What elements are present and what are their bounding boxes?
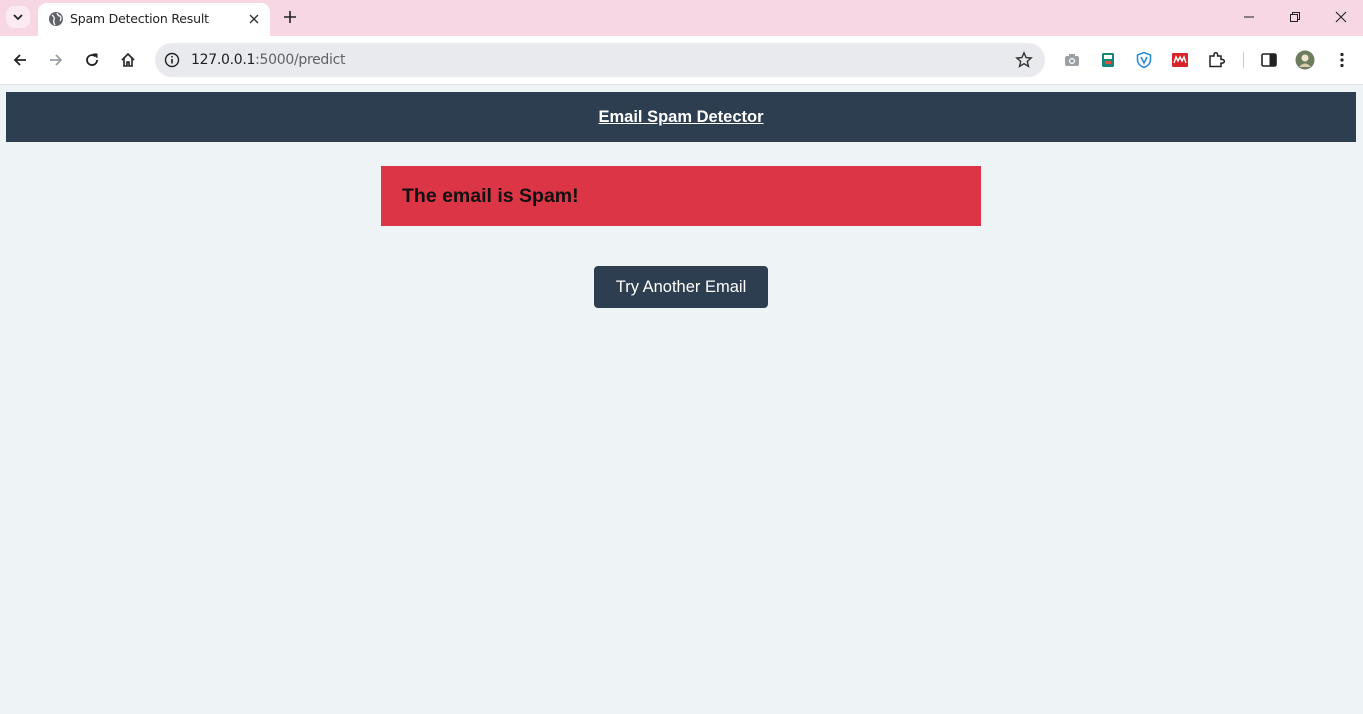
browser-tab[interactable]: Spam Detection Result — [38, 3, 270, 36]
close-icon — [249, 14, 259, 24]
side-panel-icon — [1261, 53, 1277, 67]
window-close-button[interactable] — [1329, 6, 1353, 28]
chevron-down-icon — [13, 14, 23, 21]
extension-shield[interactable] — [1134, 50, 1154, 70]
url-path: :5000/predict — [255, 52, 346, 68]
plus-icon — [284, 11, 296, 23]
page-title-link[interactable]: Email Spam Detector — [598, 108, 763, 127]
browser-menu-button[interactable] — [1332, 50, 1352, 70]
tab-title: Spam Detection Result — [70, 11, 209, 26]
url-text[interactable]: 127.0.0.1:5000/predict — [191, 52, 345, 68]
tab-close-button[interactable] — [244, 9, 264, 29]
url-host: 127.0.0.1 — [191, 52, 256, 68]
profile-avatar[interactable] — [1295, 50, 1315, 70]
forward-icon — [50, 54, 63, 66]
browser-toolbar: 127.0.0.1:5000/predict — [0, 36, 1363, 85]
globe-icon — [49, 12, 63, 26]
tab-bar: Spam Detection Result — [0, 0, 1363, 36]
page-header: Email Spam Detector — [6, 92, 1356, 142]
book-icon — [1102, 53, 1114, 67]
restore-icon — [1290, 12, 1300, 22]
new-tab-button[interactable] — [280, 7, 300, 27]
site-info-icon[interactable] — [163, 51, 181, 69]
shield-icon — [1136, 51, 1152, 69]
toolbar-divider — [1243, 52, 1244, 68]
extension-grid[interactable] — [1170, 50, 1190, 70]
bookmark-star-icon[interactable] — [1015, 51, 1033, 69]
back-button[interactable] — [8, 48, 32, 72]
tab-search-button[interactable] — [6, 6, 30, 28]
close-icon — [1335, 11, 1347, 23]
home-button[interactable] — [116, 48, 140, 72]
extension-book[interactable] — [1098, 50, 1118, 70]
page-content: Email Spam Detector The email is Spam! T… — [0, 85, 1363, 714]
reload-button[interactable] — [80, 48, 104, 72]
restore-button[interactable] — [1283, 6, 1307, 28]
back-icon — [13, 54, 26, 66]
minimize-icon — [1244, 16, 1254, 18]
grid-icon — [1172, 53, 1188, 67]
avatar-icon — [1295, 50, 1315, 70]
camera-icon — [1065, 54, 1079, 66]
address-bar[interactable]: 127.0.0.1:5000/predict — [155, 43, 1045, 77]
home-icon — [121, 52, 135, 67]
minimize-button[interactable] — [1237, 6, 1261, 28]
extension-camera[interactable] — [1062, 50, 1082, 70]
result-alert: The email is Spam! — [381, 166, 981, 226]
reload-icon — [86, 53, 98, 66]
puzzle-icon — [1209, 51, 1225, 68]
extensions-button[interactable] — [1206, 50, 1226, 70]
try-another-email-button[interactable]: Try Another Email — [594, 266, 768, 308]
more-vert-icon — [1340, 52, 1344, 68]
result-text: The email is Spam! — [402, 184, 579, 207]
forward-button[interactable] — [44, 48, 68, 72]
side-panel-button[interactable] — [1259, 50, 1279, 70]
